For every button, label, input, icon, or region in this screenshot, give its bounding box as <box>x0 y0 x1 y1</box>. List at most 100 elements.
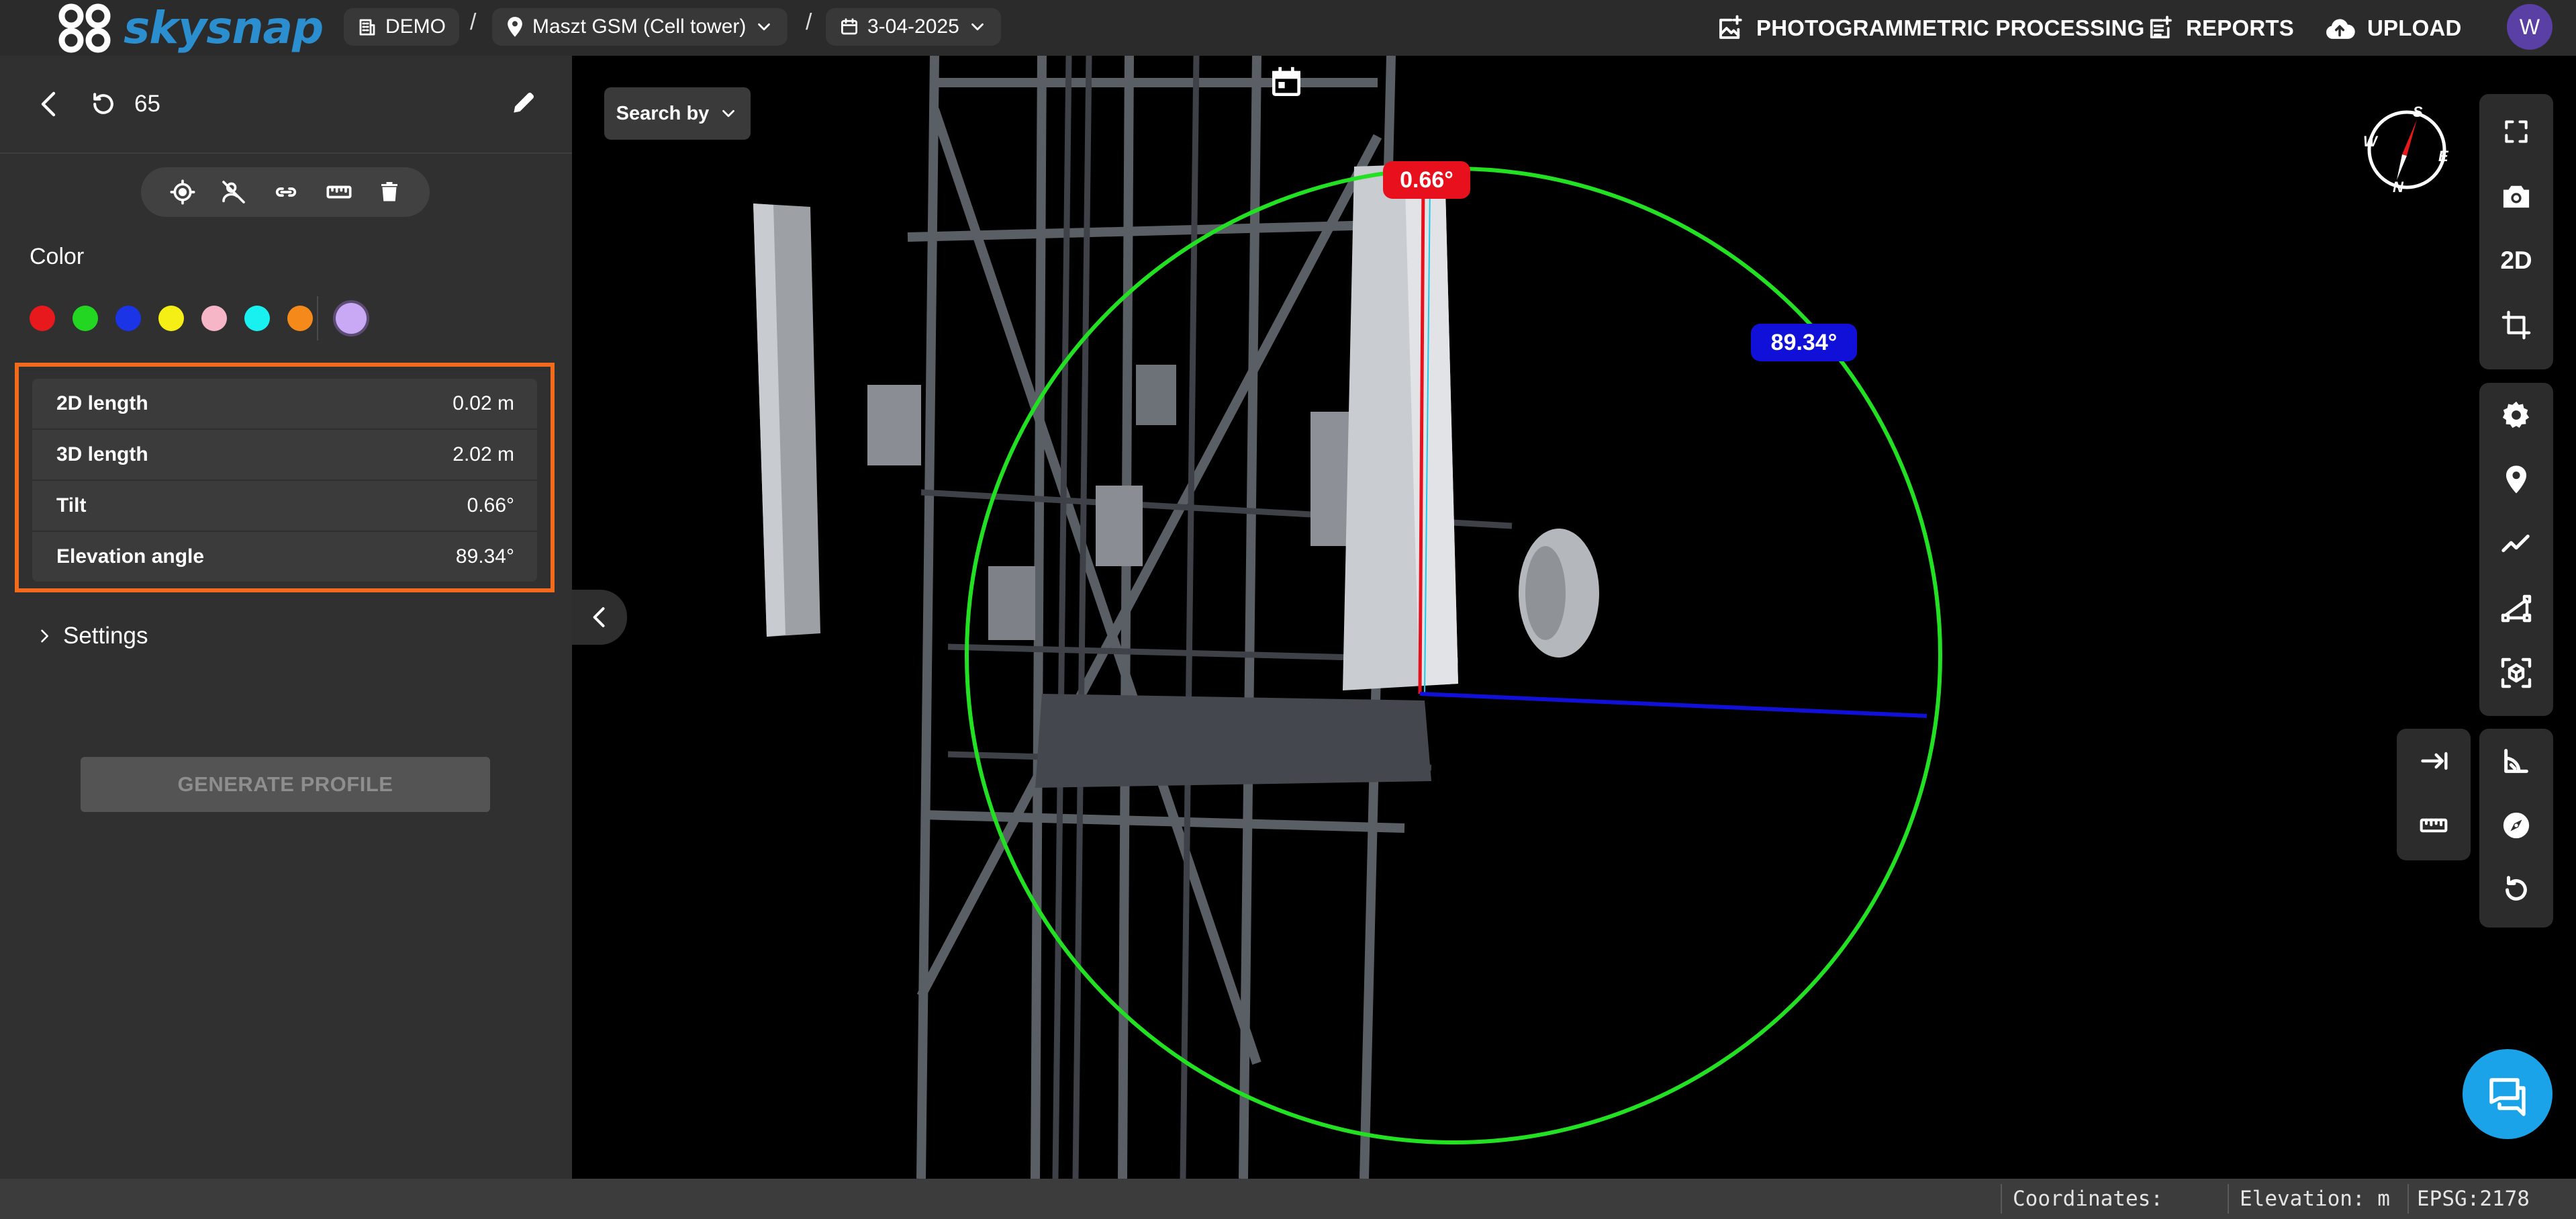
point-cloud-scene <box>753 56 1942 1179</box>
photogrammetric-processing-button[interactable]: PHOTOGRAMMETRIC PROCESSING <box>1716 0 2144 56</box>
color-swatch-blue[interactable] <box>115 306 141 331</box>
upload-label: UPLOAD <box>2367 15 2462 40</box>
settings-icon <box>2502 401 2530 428</box>
hide-icon <box>222 181 246 204</box>
distance-mode-button[interactable] <box>2397 729 2471 793</box>
measurement-row-3d-length: 3D length 2.02 m <box>32 430 537 481</box>
measurement-value: 89.34° <box>455 545 514 568</box>
camera-icon <box>2503 185 2530 208</box>
breadcrumb-separator: / <box>806 9 812 35</box>
color-swatches <box>30 296 367 341</box>
color-swatch-yellow[interactable] <box>158 306 184 331</box>
fullscreen-button[interactable] <box>2479 99 2553 164</box>
compass-mode-button[interactable] <box>2479 793 2553 858</box>
orientation-toolbar <box>2479 729 2553 928</box>
color-swatch-orange[interactable] <box>287 306 313 331</box>
date-picker-button[interactable] <box>1268 63 1305 101</box>
logo[interactable]: skysnap <box>56 0 324 56</box>
tilt-annotation-label: 0.66° <box>1383 161 1470 199</box>
elevation-annotation-label: 89.34° <box>1751 324 1857 361</box>
collapse-panel-button[interactable] <box>572 590 627 645</box>
measurement-row-2d-length: 2D length 0.02 m <box>32 379 537 430</box>
status-divider <box>2001 1184 2002 1214</box>
logo-wordmark: skysnap <box>124 2 324 54</box>
fullscreen-icon <box>2505 120 2528 143</box>
3d-viewport[interactable] <box>572 56 2576 1179</box>
color-swatch-cyan[interactable] <box>244 306 270 331</box>
delete-icon <box>381 182 398 201</box>
location-pin-icon <box>2506 465 2527 494</box>
support-chat-button[interactable] <box>2463 1049 2553 1139</box>
target-button[interactable] <box>169 179 196 206</box>
avatar[interactable]: W <box>2507 4 2553 50</box>
breadcrumb-project[interactable]: DEMO <box>344 8 459 46</box>
polyline-icon <box>2501 535 2530 553</box>
2d-view-button[interactable]: 2D <box>2479 228 2553 293</box>
settings-button[interactable] <box>2479 383 2553 447</box>
link-icon <box>275 187 297 197</box>
settings-toggle[interactable]: Settings <box>35 623 148 649</box>
measurement-row-elevation-angle: Elevation angle 89.34° <box>32 532 537 582</box>
breadcrumb-date[interactable]: 3-04-2025 <box>826 8 1001 46</box>
polygon-button[interactable] <box>2479 576 2553 641</box>
breadcrumb-separator: / <box>470 9 477 35</box>
measurement-results-highlight: 2D length 0.02 m 3D length 2.02 m Tilt 0… <box>15 363 555 592</box>
color-swatch-green[interactable] <box>73 306 98 331</box>
pencil-icon <box>514 93 534 113</box>
reports-button[interactable]: REPORTS <box>2147 0 2294 56</box>
measurement-value: 0.66° <box>467 494 514 516</box>
compass-icon <box>2503 812 2530 839</box>
chevron-down-icon <box>758 23 771 31</box>
measurement-label: Elevation angle <box>56 545 205 568</box>
calendar-icon <box>841 18 857 35</box>
selected-color-swatch[interactable] <box>336 303 367 334</box>
polyline-button[interactable] <box>2479 512 2553 576</box>
edit-button[interactable] <box>509 88 538 118</box>
measurement-label: Tilt <box>56 494 87 516</box>
screenshot-button[interactable] <box>2479 164 2553 228</box>
breadcrumb-project-label: DEMO <box>385 15 446 38</box>
elevation-line <box>1419 692 1927 718</box>
search-by-dropdown[interactable]: Search by <box>604 87 751 140</box>
delete-button[interactable] <box>377 179 401 206</box>
ruler-mode-button[interactable] <box>2397 793 2471 858</box>
compass-widget[interactable]: S E N W <box>2363 106 2450 193</box>
compass-label-s: S <box>2413 106 2423 120</box>
back-button[interactable] <box>34 88 66 120</box>
logo-mark-icon <box>58 3 111 52</box>
crop-button[interactable] <box>2479 293 2553 357</box>
color-label: Color <box>30 244 85 269</box>
arrow-right-bar-icon <box>2421 752 2448 770</box>
measurement-value: 2.02 m <box>452 443 514 465</box>
search-by-label: Search by <box>616 102 710 124</box>
volume-button[interactable] <box>2479 641 2553 705</box>
add-point-button[interactable] <box>2479 447 2553 512</box>
panel-header: 65 <box>0 56 572 154</box>
measurement-table: 2D length 0.02 m 3D length 2.02 m Tilt 0… <box>32 379 537 582</box>
compass-label-w: W <box>2363 133 2379 150</box>
building-icon <box>359 19 375 36</box>
status-bar: Coordinates: Elevation: m EPSG:2178 <box>0 1179 2576 1219</box>
reset-rotation-button[interactable] <box>2479 858 2553 922</box>
chevron-down-icon <box>722 109 735 118</box>
ruler-icon <box>326 185 352 199</box>
cube-scan-icon <box>2501 658 2532 688</box>
chat-icon <box>2489 1078 2526 1116</box>
generate-profile-button[interactable]: GENERATE PROFILE <box>81 757 490 812</box>
add-document-icon <box>2150 15 2172 38</box>
hide-button[interactable] <box>220 179 248 206</box>
upload-button[interactable]: UPLOAD <box>2324 0 2462 56</box>
measure-mode-toolbar <box>2397 729 2471 860</box>
ruler-button[interactable] <box>324 179 354 206</box>
angle-measure-button[interactable] <box>2479 729 2553 793</box>
compass-icon: S E N W <box>2363 106 2449 193</box>
link-button[interactable] <box>272 179 300 206</box>
color-swatch-red[interactable] <box>30 306 55 331</box>
measurement-label: 2D length <box>56 392 148 414</box>
calendar-icon <box>1272 66 1300 96</box>
epsg-readout: EPSG:2178 <box>2417 1187 2530 1211</box>
reports-label: REPORTS <box>2186 15 2294 40</box>
top-bar: skysnap DEMO / Maszt GSM (Cell tower) / … <box>0 0 2576 56</box>
color-swatch-pink[interactable] <box>201 306 227 331</box>
breadcrumb-site[interactable]: Maszt GSM (Cell tower) <box>492 8 788 46</box>
